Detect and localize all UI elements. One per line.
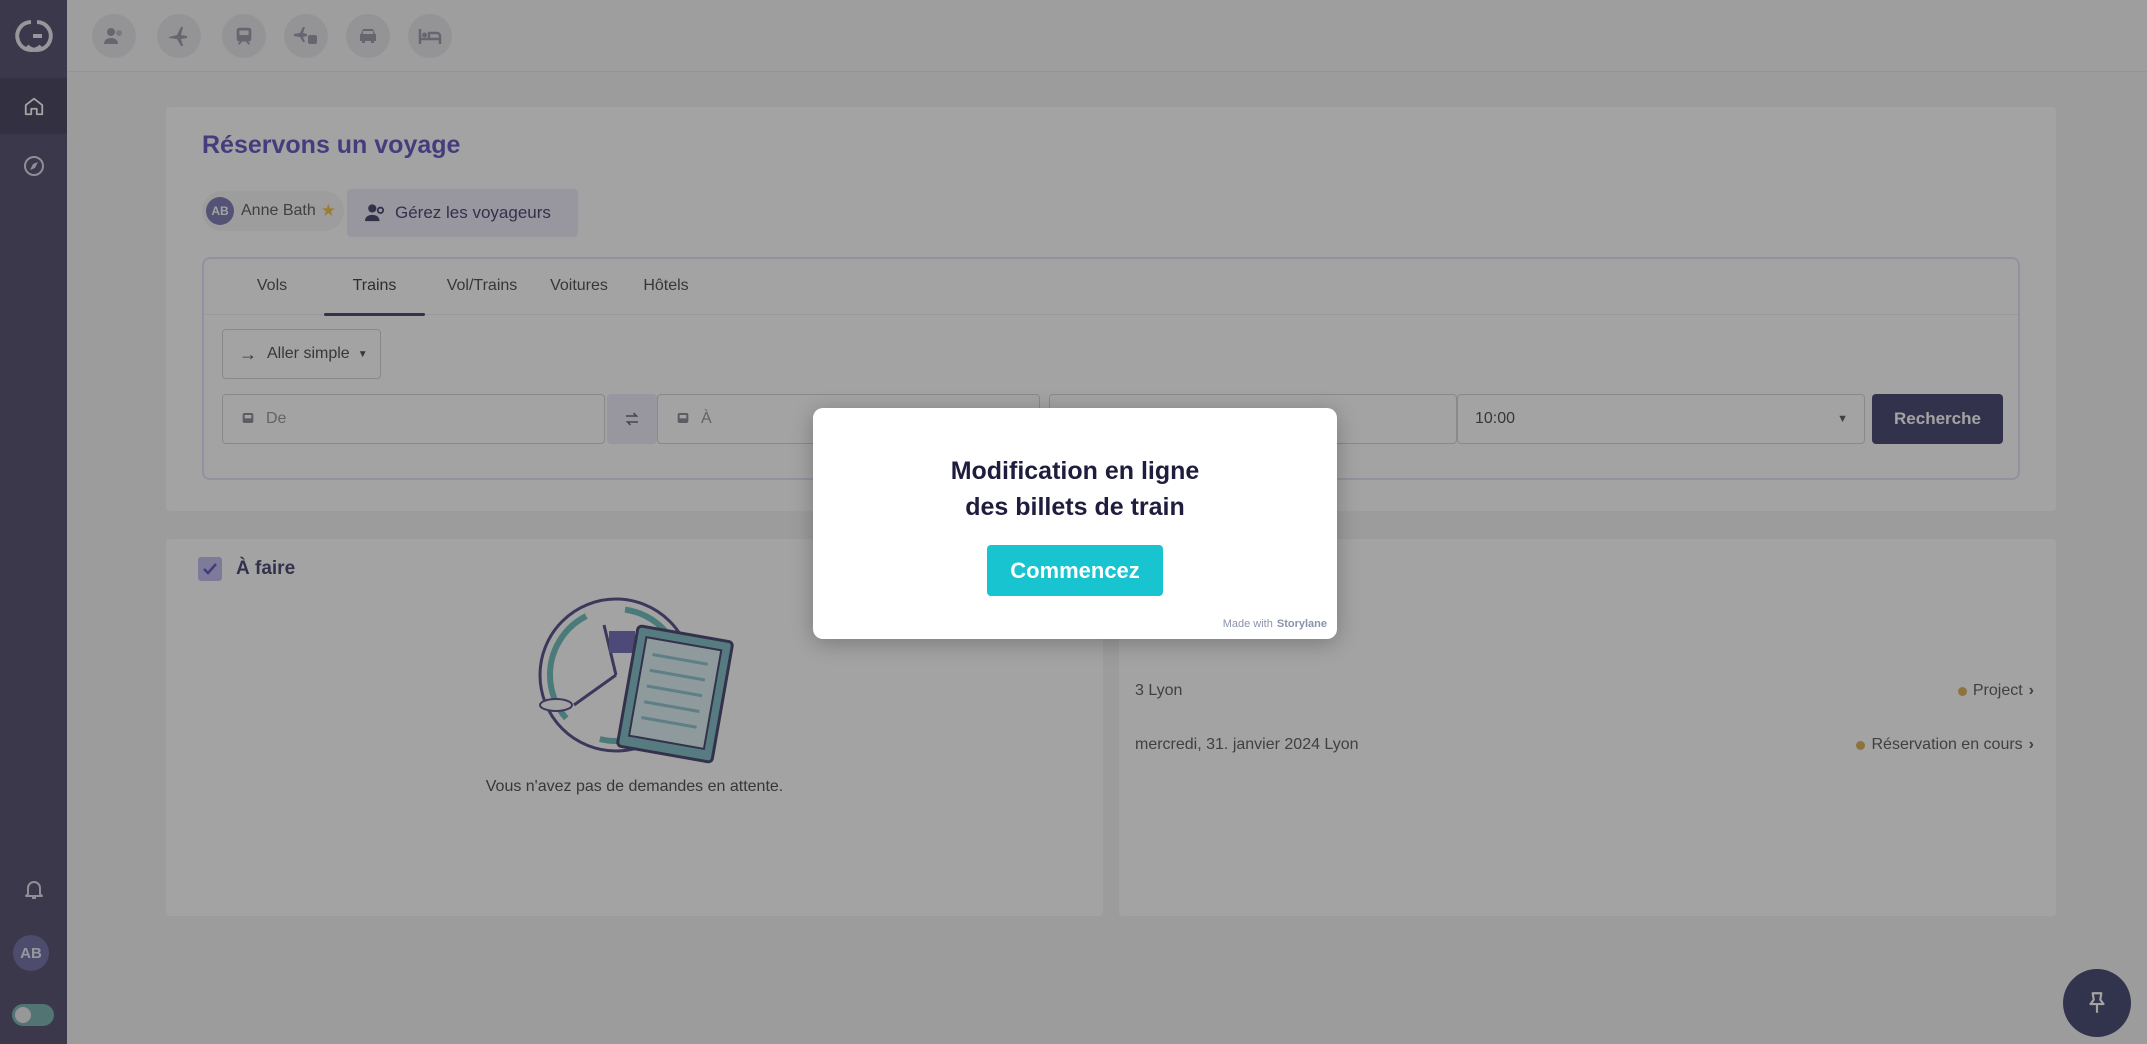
modal-title-line1: Modification en ligne	[950, 457, 1200, 485]
modal-title: Modification en ligne des billets de tra…	[813, 453, 1337, 525]
start-button[interactable]: Commencez	[987, 545, 1163, 596]
made-with-label: Made with	[1222, 618, 1273, 630]
tour-modal: Modification en ligne des billets de tra…	[813, 408, 1337, 639]
made-with-badge[interactable]: Made with Storylane	[1223, 618, 1327, 630]
storylane-brand: Storylane	[1276, 618, 1327, 630]
modal-title-line2: des billets de train	[965, 493, 1185, 521]
